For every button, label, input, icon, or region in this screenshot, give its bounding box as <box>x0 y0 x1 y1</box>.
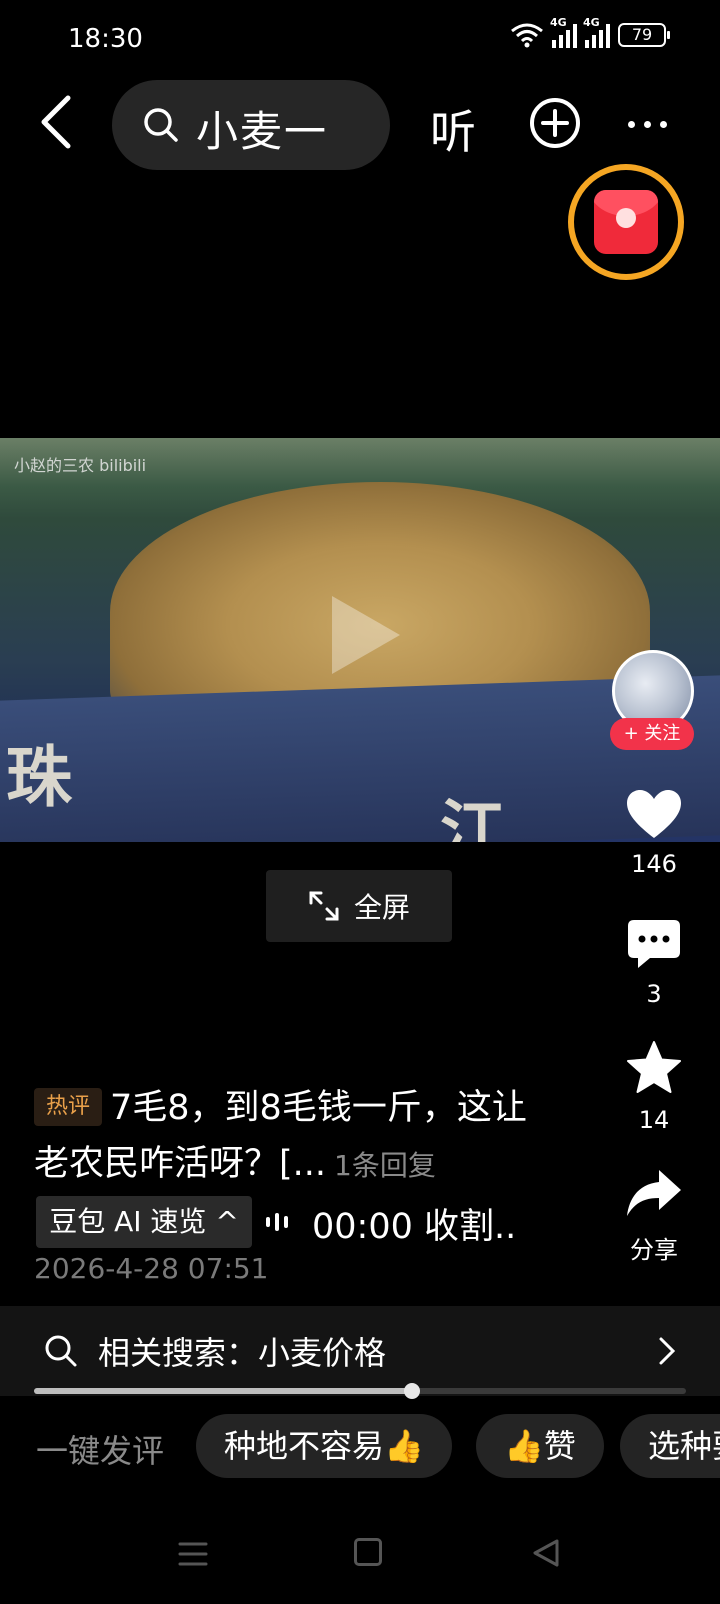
share-icon <box>627 1170 681 1216</box>
wifi-icon <box>511 23 543 48</box>
video-watermark: 小赵的三农 bilibili <box>14 456 147 475</box>
listen-button[interactable]: 听 <box>430 96 476 162</box>
ai-summary-button[interactable]: 豆包 AI 速览 ^ <box>36 1196 252 1248</box>
fullscreen-label: 全屏 <box>353 891 410 924</box>
playback-progress-fill <box>34 1388 413 1394</box>
like-count: 146 <box>631 850 677 878</box>
cellular-signal-icon-2: 4G <box>583 16 610 48</box>
hot-comment[interactable]: 热评 7毛8，到8毛钱一斤，这让老农民咋活呀？[... 1条回复 <box>34 1080 554 1194</box>
comment-count: 3 <box>646 980 662 1008</box>
favorite-button[interactable]: 14 <box>612 1040 696 1134</box>
comment-button[interactable]: 3 <box>612 918 696 1008</box>
truck-lettering-right: 江 <box>440 793 506 842</box>
related-search-bar[interactable]: 相关搜索：小麦价格 <box>0 1306 720 1396</box>
heart-icon <box>627 790 681 838</box>
battery-icon: 79 <box>618 23 670 47</box>
video-player[interactable]: 珠 江 小赵的三农 bilibili <box>0 438 720 842</box>
nav-back-icon[interactable] <box>532 1538 560 1568</box>
cellular-signal-icon: 4G <box>550 16 577 48</box>
chevron-right-icon <box>659 1337 676 1365</box>
star-icon <box>627 1041 681 1093</box>
more-icon[interactable] <box>628 110 678 138</box>
add-icon[interactable] <box>528 96 582 150</box>
audio-wave-icon[interactable] <box>266 1212 288 1232</box>
share-button[interactable]: 分享 <box>612 1168 696 1265</box>
like-button[interactable]: 146 <box>612 788 696 878</box>
back-button[interactable] <box>30 92 86 152</box>
search-icon <box>45 1335 77 1367</box>
status-icons: 4G 4G 79 <box>510 16 670 48</box>
playback-progress-thumb[interactable] <box>404 1383 421 1399</box>
favorite-count: 14 <box>638 1106 670 1134</box>
recent-apps-icon[interactable] <box>178 1540 208 1568</box>
reply-count[interactable]: 1条回复 <box>334 1149 436 1182</box>
status-bar: 18:30 4G 4G 79 <box>0 0 720 80</box>
red-packet-icon[interactable] <box>568 164 684 280</box>
related-search-label: 相关搜索：小麦价格 <box>98 1334 387 1372</box>
play-icon[interactable] <box>326 590 406 680</box>
audio-summary-title[interactable]: 00:00 收割.. <box>312 1198 516 1249</box>
fullscreen-button[interactable]: 全屏 <box>266 870 452 942</box>
hot-comment-badge: 热评 <box>34 1088 103 1126</box>
share-label: 分享 <box>630 1236 678 1264</box>
red-envelope <box>594 190 658 254</box>
truck-lettering-left: 珠 <box>6 739 72 816</box>
quick-comment-chip[interactable]: 选种要 <box>620 1414 720 1478</box>
status-time: 18:30 <box>68 24 143 54</box>
playback-progress-bar[interactable] <box>34 1383 686 1399</box>
comment-icon <box>628 920 680 968</box>
expand-icon <box>309 891 339 921</box>
home-icon[interactable] <box>354 1538 382 1566</box>
quick-comment-label: 一键发评 <box>36 1432 165 1470</box>
follow-button[interactable]: + 关注 <box>610 718 694 750</box>
hot-comment-text: 7毛8，到8毛钱一斤，这让老农民咋活呀？[... <box>34 1088 527 1184</box>
system-nav-bar <box>0 1516 720 1604</box>
post-timestamp: 2026-4-28 07:51 <box>34 1252 269 1285</box>
quick-comment-chip[interactable]: 种地不容易👍 <box>196 1414 452 1478</box>
search-query: 小麦一 <box>196 107 329 156</box>
quick-comment-chip[interactable]: 👍赞 <box>476 1414 604 1478</box>
search-box[interactable]: 小麦一 <box>112 80 390 170</box>
search-icon <box>144 108 178 142</box>
